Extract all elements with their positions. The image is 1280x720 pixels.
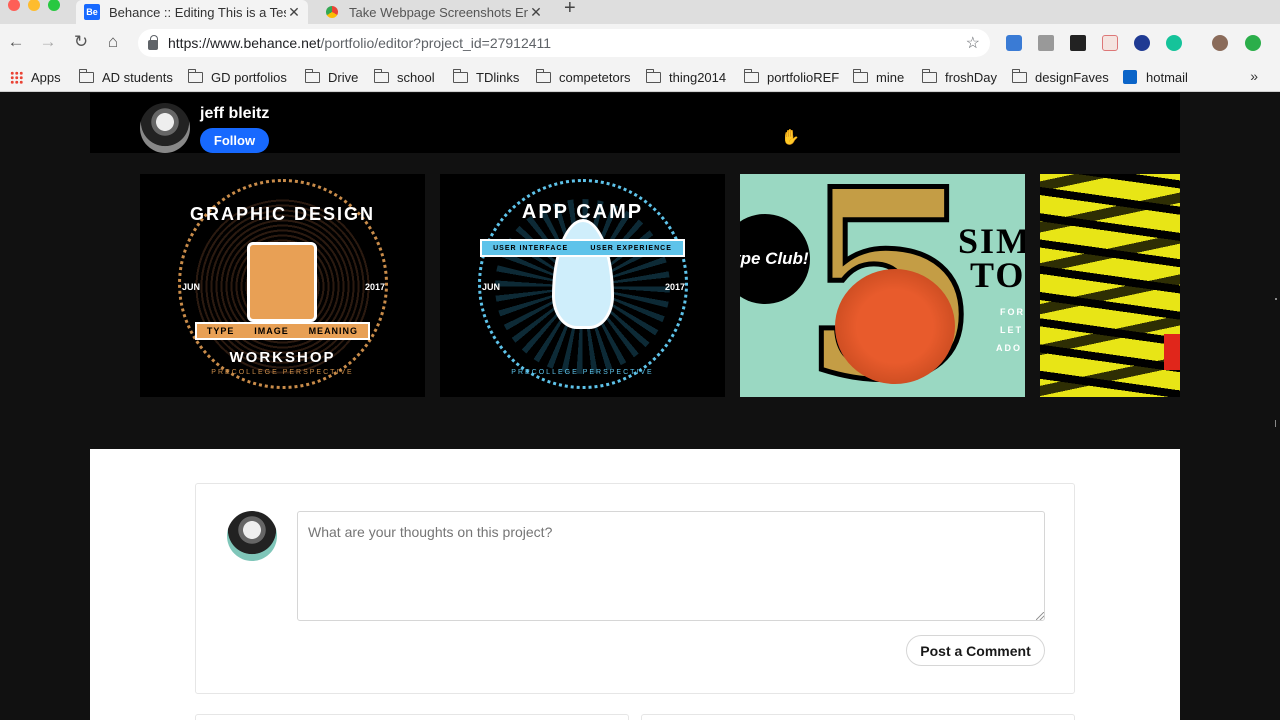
bookmark-folder[interactable]: froshDay: [921, 68, 997, 86]
bookmark-folder[interactable]: portfolioREF: [743, 68, 839, 86]
bookmark-folder[interactable]: AD students: [78, 68, 173, 86]
url-text: https://www.behance.net/portfolio/editor…: [168, 35, 552, 51]
folder-icon: [852, 68, 868, 83]
thumbnail-text: LET: [1000, 325, 1023, 335]
badge-year: 2017: [365, 282, 386, 292]
project-thumbnail[interactable]: GRAPHIC DESIGN JUN 2017 TYPE IMAGE MEANI…: [140, 174, 425, 397]
calendar-extension-icon[interactable]: [1102, 35, 1118, 51]
folder-icon: [743, 68, 759, 83]
project-thumbnail[interactable]: APP CAMP USER INTERFACE USER EXPERIENCE …: [440, 174, 725, 397]
tab-screenshots[interactable]: Take Webpage Screenshots En ✕: [316, 0, 550, 24]
address-bar[interactable]: https://www.behance.net/portfolio/editor…: [138, 29, 990, 57]
apps-grid-icon: [10, 70, 23, 84]
bookmarks-bar: Apps AD students GD portfolios Drive sch…: [0, 62, 1280, 92]
vise-illustration: [247, 242, 317, 322]
thumbnail-text: FOR: [1000, 307, 1025, 317]
outlook-icon: [1123, 70, 1137, 84]
close-tab-icon[interactable]: ✕: [286, 4, 302, 21]
thumbnail-heading: SIM TO: [958, 221, 1025, 295]
bookmark-folder[interactable]: mine: [852, 68, 904, 86]
reload-icon[interactable]: ↻: [71, 32, 91, 52]
extension-icon[interactable]: [1070, 35, 1086, 51]
badge-footer: PRECOLLEGE PERSPECTIVE: [511, 369, 654, 376]
close-window-button[interactable]: [8, 0, 20, 11]
folder-icon: [78, 68, 94, 83]
profile-avatar-icon[interactable]: [1212, 35, 1228, 51]
behance-favicon-icon: Be: [84, 4, 100, 20]
tab-behance[interactable]: Be Behance :: Editing This is a Tes ✕: [76, 0, 308, 24]
bookmark-hotmail[interactable]: hotmail: [1123, 68, 1188, 86]
page-content: jeff bleitz Follow ✋ GRAPHIC DESIGN JUN …: [0, 93, 1280, 720]
chrome-favicon-icon: [326, 6, 338, 18]
project-thumbnail[interactable]: [1040, 174, 1180, 397]
bookmark-folder[interactable]: competetors: [535, 68, 631, 86]
browser-toolbar: ← → ↻ ⌂ https://www.behance.net/portfoli…: [0, 24, 1280, 62]
tab-title: Take Webpage Screenshots En: [349, 4, 528, 20]
zoom-window-button[interactable]: [48, 0, 60, 11]
minimize-window-button[interactable]: [28, 0, 40, 11]
extension-screenshot-icon[interactable]: [1006, 35, 1022, 51]
bookmarks-overflow-button[interactable]: »: [1250, 68, 1258, 84]
current-user-avatar: [227, 511, 277, 561]
bookmark-star-icon[interactable]: ☆: [966, 33, 980, 53]
bookmark-folder[interactable]: GD portfolios: [187, 68, 287, 86]
grunge-texture: [1040, 174, 1180, 397]
folder-icon: [452, 68, 468, 83]
folder-icon: [645, 68, 661, 83]
grammarly-icon[interactable]: [1166, 35, 1182, 51]
comment-box: Post a Comment: [195, 483, 1075, 694]
bookmark-folder[interactable]: school: [373, 68, 435, 86]
folder-icon: [535, 68, 551, 83]
bookmark-folder[interactable]: Drive: [304, 68, 358, 86]
project-thumbnail[interactable]: 5 Type Club! SIMTO FOR LET ADO: [740, 174, 1025, 397]
bookmark-folder[interactable]: thing2014: [645, 68, 726, 86]
comment-card: [195, 714, 629, 720]
bookmark-folder[interactable]: TDlinks: [452, 68, 519, 86]
numeral-fill: [835, 269, 955, 384]
forward-arrow-icon[interactable]: →: [38, 32, 58, 52]
badge-ribbon: TYPE IMAGE MEANING: [195, 322, 370, 340]
badge-ribbon: USER INTERFACE USER EXPERIENCE: [480, 239, 685, 257]
post-comment-button[interactable]: Post a Comment: [906, 635, 1045, 666]
bookmark-folder[interactable]: designFaves: [1011, 68, 1109, 86]
follow-button[interactable]: Follow: [200, 128, 269, 153]
camera-extension-icon[interactable]: [1038, 35, 1054, 51]
edge-marker: [1275, 298, 1277, 300]
badge-subtitle: WORKSHOP: [229, 349, 336, 366]
badge-month: JUN: [182, 282, 201, 292]
tab-title: Behance :: Editing This is a Tes: [109, 4, 286, 20]
badge-year: 2017: [665, 282, 686, 292]
comment-card: [641, 714, 1075, 720]
edge-marker: [1275, 420, 1276, 427]
home-icon[interactable]: ⌂: [103, 32, 123, 52]
tab-bar: Be Behance :: Editing This is a Tes ✕ Ta…: [0, 0, 1280, 24]
folder-icon: [304, 68, 320, 83]
hand-cursor-icon: ✋: [781, 129, 800, 146]
back-arrow-icon[interactable]: ←: [6, 32, 26, 52]
badge-footer: PRECOLLEGE PERSPECTIVE: [211, 369, 354, 376]
close-tab-icon[interactable]: ✕: [528, 4, 544, 21]
new-tab-button[interactable]: +: [564, 0, 576, 18]
folder-icon: [921, 68, 937, 83]
comment-input[interactable]: [297, 511, 1045, 621]
lock-icon: [148, 35, 158, 50]
update-icon[interactable]: [1245, 35, 1261, 51]
badge-month: JUN: [482, 282, 501, 292]
extension-circle-icon[interactable]: [1134, 35, 1150, 51]
badge-title: GRAPHIC DESIGN: [189, 204, 376, 224]
folder-icon: [187, 68, 203, 83]
folder-icon: [373, 68, 389, 83]
resize-handle-icon[interactable]: [1036, 612, 1044, 620]
comments-panel: Post a Comment: [90, 449, 1180, 720]
thumbnail-text: ADO: [996, 343, 1022, 353]
red-accent: [1164, 334, 1180, 370]
author-avatar[interactable]: [140, 103, 190, 153]
author-name[interactable]: jeff bleitz: [200, 105, 269, 123]
folder-icon: [1011, 68, 1027, 83]
bookmark-apps[interactable]: Apps: [10, 68, 61, 86]
